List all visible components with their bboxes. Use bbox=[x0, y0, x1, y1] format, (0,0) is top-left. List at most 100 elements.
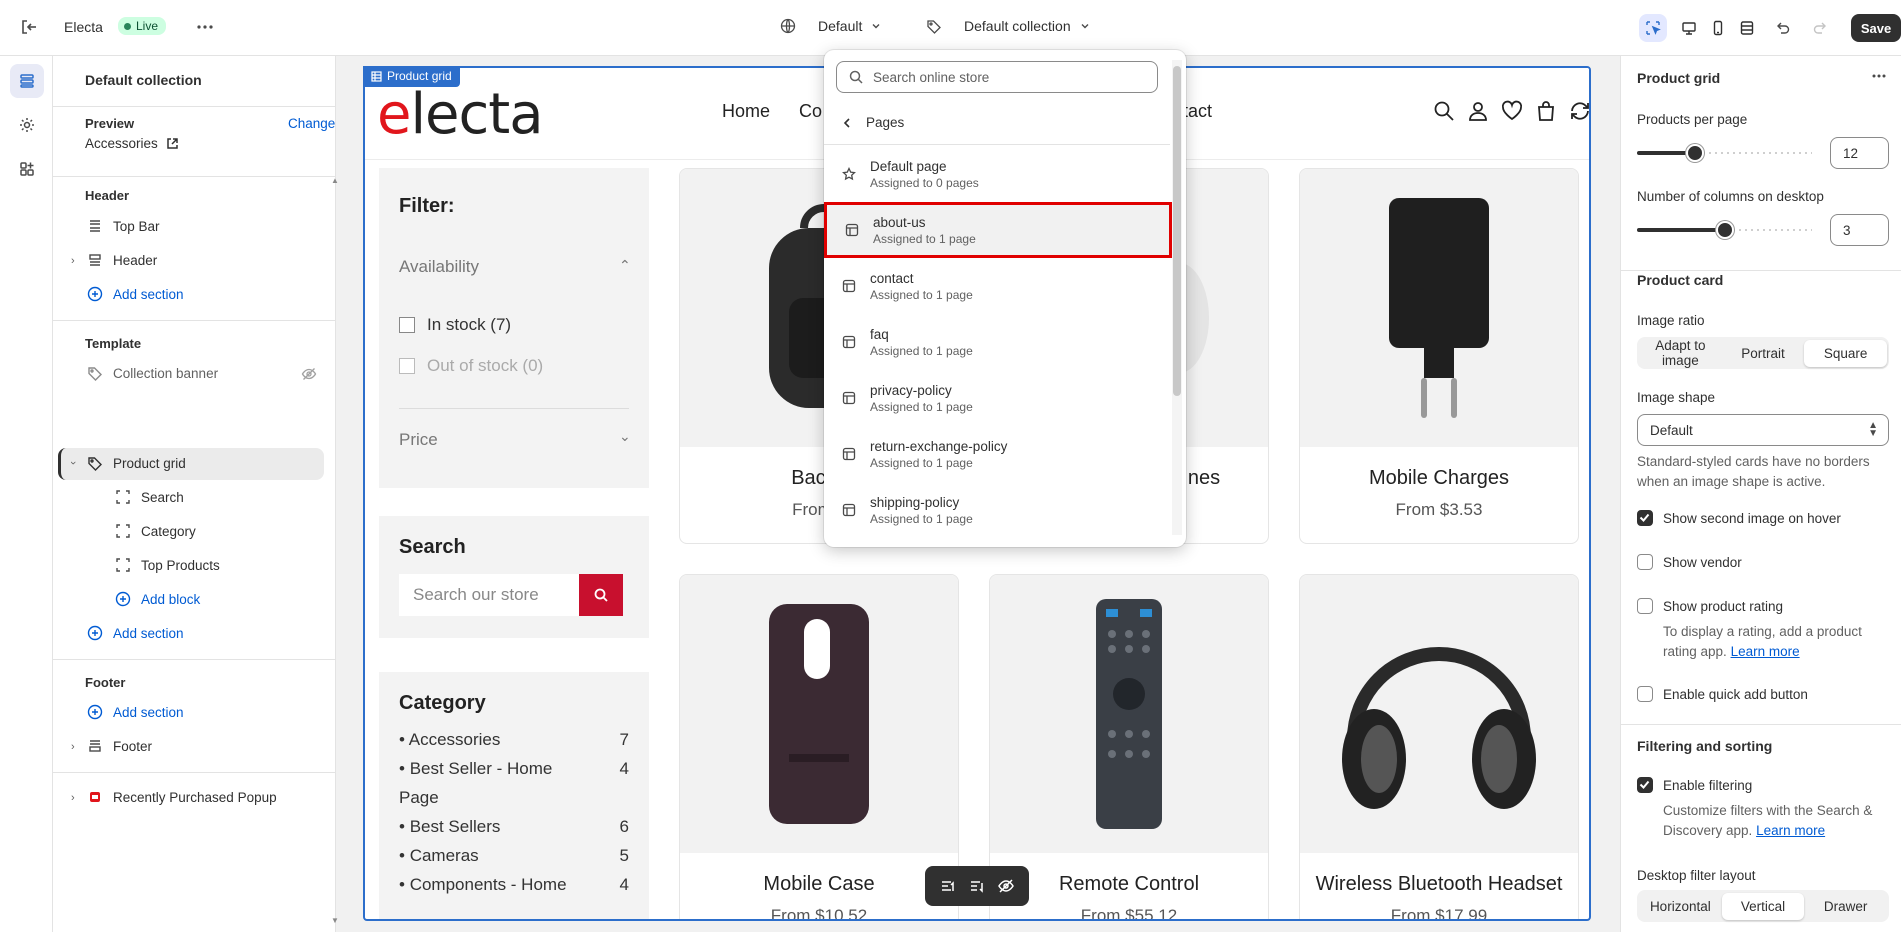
product-name[interactable]: Remote Control bbox=[990, 873, 1268, 896]
product-image[interactable] bbox=[990, 575, 1268, 853]
product-name[interactable]: Wireless Bluetooth Headset bbox=[1300, 873, 1578, 896]
preview-value[interactable]: Accessories bbox=[85, 136, 179, 151]
chevron-right-icon[interactable]: › bbox=[71, 741, 75, 753]
template-option-privacy-policy[interactable]: privacy-policy Assigned to 1 page bbox=[824, 370, 1170, 426]
add-section-button[interactable]: Add section bbox=[87, 286, 184, 302]
out-of-stock-filter[interactable]: Out of stock (0) bbox=[399, 356, 543, 376]
locale-dropdown[interactable]: Default bbox=[780, 18, 882, 34]
category-item[interactable]: • Best Sellers 6 bbox=[399, 812, 629, 841]
enable-filtering-checkbox[interactable] bbox=[1637, 777, 1653, 793]
chevron-right-icon[interactable]: › bbox=[71, 792, 75, 804]
template-option-return-exchange-policy[interactable]: return-exchange-policy Assigned to 1 page bbox=[824, 426, 1170, 482]
search-icon[interactable] bbox=[1433, 100, 1455, 122]
product-image[interactable] bbox=[1300, 575, 1578, 853]
template-option-contact[interactable]: contact Assigned to 1 page bbox=[824, 258, 1170, 314]
product-image[interactable] bbox=[680, 575, 958, 853]
columns-slider[interactable] bbox=[1637, 221, 1812, 239]
nav-collections[interactable]: Co bbox=[799, 101, 822, 122]
sidebar-item-recently-purchased-popup[interactable]: Recently Purchased Popup bbox=[87, 789, 277, 805]
template-option-about-us[interactable]: about-us Assigned to 1 page bbox=[824, 202, 1172, 258]
eye-off-icon[interactable] bbox=[301, 366, 317, 382]
block-item-search[interactable]: Search bbox=[115, 489, 184, 505]
category-item[interactable]: • Accessories 7 bbox=[399, 725, 629, 754]
fullscreen-view-icon[interactable] bbox=[1733, 14, 1761, 42]
sidebar-item-product-grid[interactable]: Product grid bbox=[87, 455, 186, 471]
template-option-faq[interactable]: faq Assigned to 1 page bbox=[824, 314, 1170, 370]
template-option-default-page[interactable]: Default page Assigned to 0 pages bbox=[824, 146, 1170, 202]
products-per-page-slider[interactable] bbox=[1637, 144, 1812, 162]
store-search-input[interactable]: Search our store bbox=[399, 574, 579, 616]
chevron-right-icon[interactable]: › bbox=[71, 255, 75, 267]
image-shape-select[interactable]: Default ▲ ▼ bbox=[1637, 414, 1889, 446]
block-item-category[interactable]: Category bbox=[115, 523, 196, 539]
save-button[interactable]: Save bbox=[1851, 14, 1901, 42]
product-image[interactable] bbox=[1300, 169, 1578, 447]
availability-toggle[interactable]: Availability bbox=[399, 257, 479, 277]
checkbox[interactable] bbox=[399, 317, 415, 333]
inspector-icon[interactable] bbox=[1639, 14, 1667, 42]
image-ratio-adapt[interactable]: Adapt to image bbox=[1639, 332, 1722, 374]
show-vendor-checkbox[interactable] bbox=[1637, 554, 1653, 570]
product-card[interactable]: Wireless Bluetooth Headset From $17.99 bbox=[1299, 574, 1579, 919]
product-card[interactable]: Mobile Charges From $3.53 bbox=[1299, 168, 1579, 544]
template-dropdown[interactable]: Default collection bbox=[926, 18, 1091, 34]
block-item-top-products[interactable]: Top Products bbox=[115, 557, 220, 573]
heart-icon[interactable] bbox=[1501, 100, 1523, 122]
product-card[interactable]: Remote Control From $55.12 bbox=[989, 574, 1269, 919]
image-ratio-portrait[interactable]: Portrait bbox=[1722, 340, 1805, 367]
sidebar-item-top-bar[interactable]: Top Bar bbox=[87, 218, 160, 234]
add-section-button[interactable]: Add section bbox=[87, 704, 184, 720]
chevron-up-icon[interactable]: ⌃ bbox=[619, 257, 631, 274]
slider-handle[interactable] bbox=[1716, 221, 1734, 239]
filter-layout-vertical[interactable]: Vertical bbox=[1721, 892, 1805, 920]
nav-home[interactable]: Home bbox=[722, 101, 770, 122]
change-link[interactable]: Change bbox=[288, 116, 335, 131]
undo-icon[interactable] bbox=[1769, 14, 1797, 42]
mobile-view-icon[interactable] bbox=[1704, 14, 1732, 42]
scrollbar-thumb[interactable] bbox=[1173, 66, 1181, 396]
sidebar-item-footer[interactable]: Footer bbox=[87, 738, 152, 754]
redo-icon[interactable] bbox=[1806, 14, 1834, 42]
chevron-down-icon[interactable]: ⌄ bbox=[619, 428, 631, 445]
user-icon[interactable] bbox=[1467, 100, 1489, 122]
store-logo[interactable]: electa bbox=[377, 82, 544, 147]
apps-icon[interactable] bbox=[10, 152, 44, 186]
add-section-button[interactable]: Add section bbox=[87, 625, 184, 641]
checkbox[interactable] bbox=[399, 358, 415, 374]
product-name[interactable]: Mobile Charges bbox=[1300, 467, 1578, 490]
show-rating-checkbox[interactable] bbox=[1637, 598, 1653, 614]
scroll-down-arrow[interactable]: ▼ bbox=[331, 916, 339, 925]
template-option-shipping-policy[interactable]: shipping-policy Assigned to 1 page bbox=[824, 482, 1170, 538]
store-search-button[interactable] bbox=[579, 574, 623, 616]
product-grid-tag[interactable]: Product grid bbox=[363, 66, 460, 87]
filter-layout-drawer[interactable]: Drawer bbox=[1804, 893, 1887, 920]
price-toggle[interactable]: Price bbox=[399, 430, 438, 450]
learn-more-link[interactable]: Learn more bbox=[1731, 644, 1800, 659]
online-store-search-input[interactable]: Search online store bbox=[836, 61, 1158, 93]
gear-icon[interactable] bbox=[10, 108, 44, 142]
more-icon[interactable] bbox=[196, 18, 214, 36]
category-item[interactable]: • Best Seller - Home Page 4 bbox=[399, 754, 629, 812]
move-up-icon[interactable] bbox=[939, 877, 957, 895]
move-down-icon[interactable] bbox=[968, 877, 986, 895]
in-stock-filter[interactable]: In stock (7) bbox=[399, 315, 511, 335]
desktop-view-icon[interactable] bbox=[1675, 14, 1703, 42]
quick-add-checkbox[interactable] bbox=[1637, 686, 1653, 702]
more-icon[interactable] bbox=[1871, 68, 1887, 87]
slider-handle[interactable] bbox=[1686, 144, 1704, 162]
product-name[interactable]: Mobile Case bbox=[680, 873, 958, 896]
sidebar-item-header[interactable]: Header bbox=[87, 252, 157, 268]
bag-icon[interactable] bbox=[1535, 100, 1557, 122]
chevron-down-icon[interactable]: › bbox=[67, 461, 79, 465]
learn-more-link[interactable]: Learn more bbox=[1756, 823, 1825, 838]
sidebar-item-collection-banner[interactable]: Collection banner bbox=[87, 365, 218, 381]
category-item[interactable]: • Components - Home 4 bbox=[399, 870, 629, 899]
columns-input[interactable]: 3 bbox=[1830, 214, 1889, 246]
popover-scrollbar[interactable] bbox=[1172, 60, 1182, 535]
scroll-up-arrow[interactable]: ▲ bbox=[331, 176, 339, 185]
hide-icon[interactable] bbox=[997, 877, 1015, 895]
products-per-page-input[interactable]: 12 bbox=[1830, 137, 1889, 169]
category-item[interactable]: • Cameras 5 bbox=[399, 841, 629, 870]
exit-icon[interactable] bbox=[20, 18, 38, 36]
sections-icon[interactable] bbox=[10, 64, 44, 98]
